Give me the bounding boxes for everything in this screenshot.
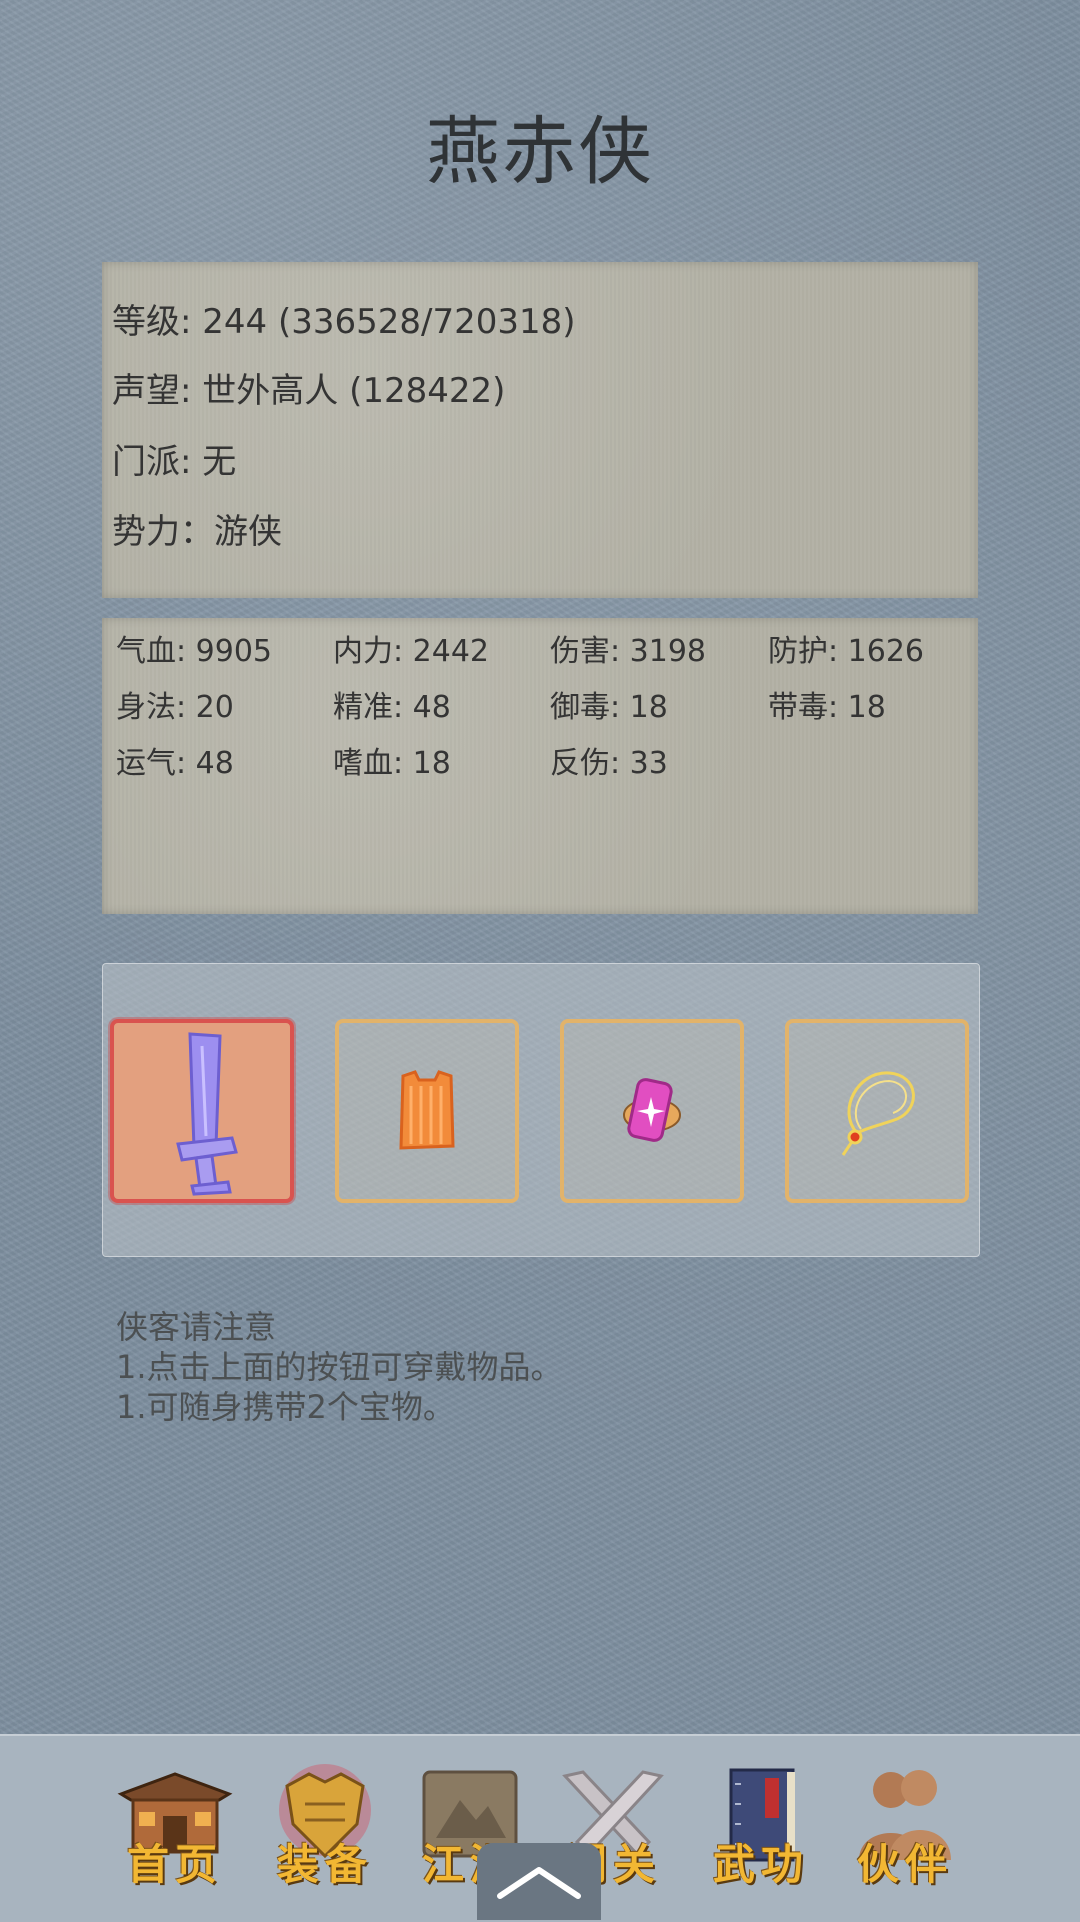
equip-slot-accessory[interactable]	[560, 1019, 744, 1203]
character-info-panel: 等级: 244 (336528/720318) 声望: 世外高人 (128422…	[102, 262, 978, 598]
stat-defense: 防护: 1626	[768, 634, 924, 669]
stat-accuracy: 精准: 48	[333, 690, 451, 725]
expand-menu-button[interactable]	[477, 1843, 601, 1920]
sect-text: 门派: 无	[112, 442, 237, 482]
equipment-panel	[102, 963, 980, 1257]
faction-text: 势力：游侠	[112, 512, 282, 552]
sword-icon	[176, 1032, 238, 1196]
nav-martial-arts-label: 武功	[712, 1840, 809, 1889]
nav-companions[interactable]: 伙伴	[840, 1760, 970, 1900]
reputation-text: 声望: 世外高人 (128422)	[112, 371, 506, 411]
nav-equipment[interactable]: 装备	[260, 1760, 390, 1900]
equip-slot-armor[interactable]	[335, 1019, 519, 1203]
stat-damage: 伤害: 3198	[550, 634, 706, 669]
nav-home-label: 首页	[126, 1840, 223, 1889]
chevron-up-icon	[497, 1866, 581, 1899]
stat-lifesteal: 嗜血: 18	[333, 746, 451, 781]
necklace-icon	[841, 1071, 915, 1156]
nav-companions-label: 伙伴	[856, 1840, 953, 1889]
nav-equipment-label: 装备	[276, 1840, 373, 1889]
stat-internal-power: 内力: 2442	[333, 634, 489, 669]
nav-martial-arts[interactable]: 武功	[696, 1760, 826, 1900]
attributes-panel: 气血: 9905 内力: 2442 伤害: 3198 防护: 1626 身法: …	[102, 618, 978, 914]
level-text: 等级: 244 (336528/720318)	[112, 302, 576, 342]
stat-poison-resist: 御毒: 18	[550, 690, 668, 725]
armor-vest-icon	[399, 1070, 455, 1150]
stat-agility: 身法: 20	[116, 690, 234, 725]
stat-hp: 气血: 9905	[116, 634, 272, 669]
pink-charm-icon	[623, 1078, 681, 1142]
stat-luck: 运气: 48	[116, 746, 234, 781]
notice-line-2: 1.可随身携带2个宝物。	[116, 1388, 455, 1426]
stat-reflect: 反伤: 33	[550, 746, 668, 781]
character-name: 燕赤侠	[426, 109, 654, 195]
equip-slot-necklace[interactable]	[785, 1019, 969, 1203]
stat-poison: 带毒: 18	[768, 690, 886, 725]
equip-slot-weapon[interactable]	[110, 1019, 294, 1203]
nav-home[interactable]: 首页	[110, 1760, 240, 1900]
